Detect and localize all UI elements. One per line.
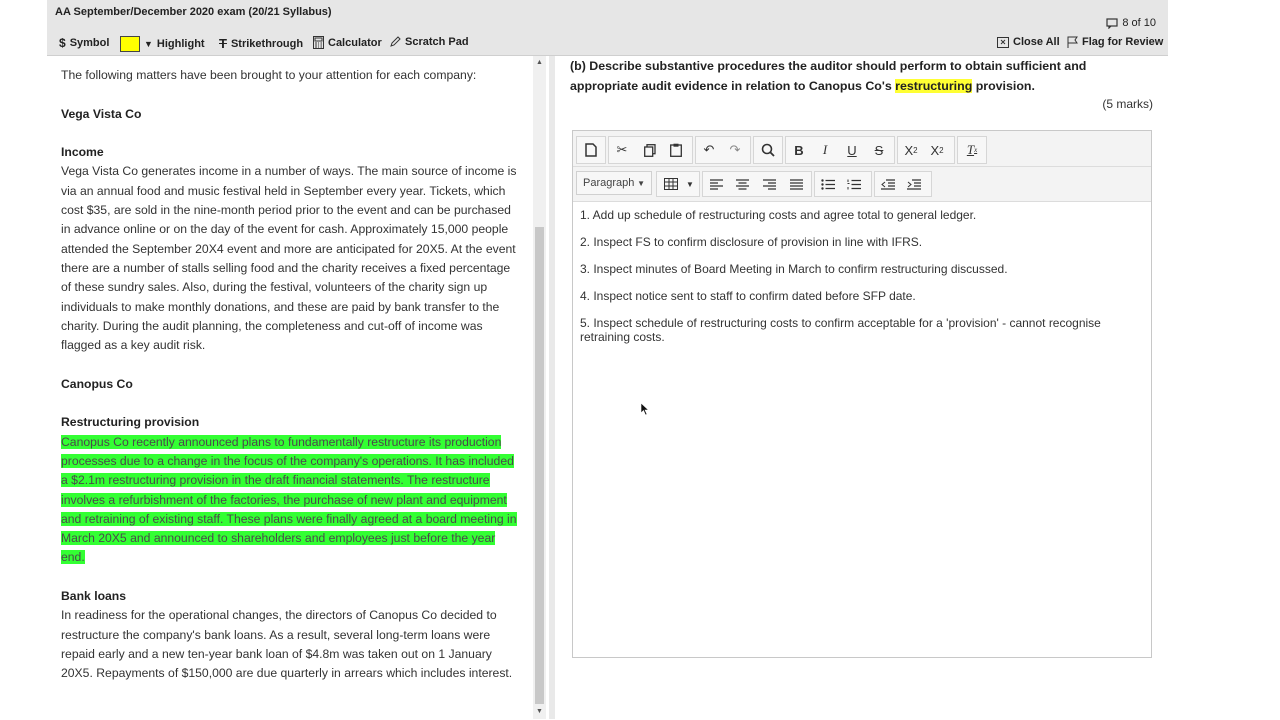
table-button[interactable]: ▼ (656, 171, 700, 197)
answer-line[interactable]: 3. Inspect minutes of Board Meeting in M… (580, 262, 1146, 276)
bullet-list-icon[interactable] (817, 172, 839, 196)
paragraph-format-select[interactable]: Paragraph ▼ (576, 171, 652, 195)
strikethrough-label: Strikethrough (230, 37, 304, 50)
answer-line[interactable]: 2. Inspect FS to confirm disclosure of p… (580, 235, 1146, 249)
editor-group-script: X2 X2 (897, 136, 955, 164)
calculator-label: Calculator (328, 36, 382, 49)
pencil-icon (390, 36, 401, 47)
close-window-icon (997, 36, 1009, 48)
income-paragraph: Vega Vista Co generates income in a numb… (61, 164, 517, 353)
question-counter-label: 8 of 10 (1122, 17, 1156, 29)
clear-formatting-icon[interactable]: Tx (961, 138, 983, 162)
scratch-pad-label: Scratch Pad (405, 36, 469, 48)
editor-group-new (576, 136, 606, 164)
numbered-list-icon[interactable] (843, 172, 865, 196)
flag-for-review-button[interactable]: Flag for Review (1067, 36, 1163, 48)
question-pane: (b) Describe substantive procedures the … (557, 56, 1168, 719)
align-center-icon[interactable] (731, 172, 753, 196)
company-heading-canopus: Canopus Co (61, 376, 133, 391)
outdent-icon[interactable] (877, 172, 899, 196)
align-right-icon[interactable] (758, 172, 780, 196)
flag-for-review-label: Flag for Review (1082, 36, 1164, 48)
new-document-icon[interactable] (580, 138, 602, 162)
strikethrough-icon[interactable]: S (868, 138, 890, 162)
highlight-button[interactable]: ▼ Highlight (120, 36, 205, 52)
close-all-button[interactable]: Close All (997, 36, 1060, 48)
bank-loans-paragraph: In readiness for the operational changes… (61, 608, 513, 681)
scroll-down-arrow-icon[interactable]: ▼ (533, 705, 546, 719)
paragraph-format-value: Paragraph (583, 177, 635, 189)
comment-icon (1106, 17, 1118, 29)
editor-toolbar-secondary: Paragraph ▼ ▼ (573, 167, 1151, 202)
question-counter[interactable]: 8 of 10 (1106, 17, 1156, 29)
mouse-pointer-icon (640, 402, 650, 416)
scenario-content: The following matters have been brought … (61, 66, 521, 703)
editor-group-search (753, 136, 783, 164)
bold-icon[interactable]: B (788, 138, 810, 162)
close-all-label: Close All (1013, 36, 1060, 48)
top-bar: AA September/December 2020 exam (20/21 S… (47, 0, 1168, 56)
chevron-down-icon[interactable]: ▼ (679, 172, 701, 196)
scenario-scrollbar[interactable]: ▲ ▼ (533, 56, 546, 719)
scenario-intro: The following matters have been brought … (61, 68, 477, 82)
marks-label: (5 marks) (1102, 97, 1153, 111)
italic-icon[interactable]: I (814, 138, 836, 162)
answer-line[interactable]: 1. Add up schedule of restructuring cost… (580, 208, 1146, 222)
calculator-icon (313, 36, 324, 49)
highlight-color-swatch[interactable] (120, 36, 140, 52)
exam-title: AA September/December 2020 exam (20/21 S… (55, 6, 332, 18)
cut-icon[interactable]: ✂ (611, 138, 633, 162)
answer-editor[interactable]: ✂ ↶ ↷ B I U S X2 X 2 T x Paragraph ▼ ▼ 1… (572, 130, 1152, 658)
scroll-up-arrow-icon[interactable]: ▲ (533, 56, 546, 70)
section-heading-bank-loans: Bank loans (61, 589, 127, 604)
flag-icon (1067, 36, 1078, 48)
section-heading-restructuring: Restructuring provision (61, 415, 200, 430)
underline-icon[interactable]: U (841, 138, 863, 162)
symbol-label: Symbol (69, 37, 110, 49)
editor-content[interactable]: 1. Add up schedule of restructuring cost… (580, 208, 1146, 357)
answer-line[interactable]: 5. Inspect schedule of restructuring cos… (580, 316, 1146, 344)
chevron-down-icon: ▼ (637, 178, 645, 188)
paste-icon[interactable] (665, 138, 687, 162)
editor-group-align (702, 171, 812, 197)
search-icon[interactable] (757, 138, 779, 162)
restructuring-paragraph-highlighted: Canopus Co recently announced plans to f… (61, 434, 517, 565)
answer-line[interactable]: 4. Inspect notice sent to staff to confi… (580, 289, 1146, 303)
editor-group-formatting: B I U S (785, 136, 895, 164)
editor-group-clear: Tx (957, 136, 987, 164)
question-highlighted-word: restructuring (895, 78, 973, 93)
section-heading-income: Income (61, 145, 104, 160)
highlight-label: Highlight (156, 38, 205, 50)
undo-icon[interactable]: ↶ (698, 138, 720, 162)
scenario-pane[interactable]: The following matters have been brought … (47, 56, 533, 719)
editor-group-indent (874, 171, 932, 197)
strikethrough-button[interactable]: T Strikethrough (219, 36, 303, 51)
editor-group-history: ↶ ↷ (695, 136, 751, 164)
strikethrough-icon: T (219, 36, 227, 51)
align-justify-icon[interactable] (785, 172, 807, 196)
question-text-part2: provision. (972, 78, 1035, 93)
editor-toolbar-primary: ✂ ↶ ↷ B I U S X2 X 2 T x (573, 131, 1151, 167)
editor-group-lists (814, 171, 872, 197)
scratch-pad-button[interactable]: Scratch Pad (389, 36, 469, 48)
redo-icon[interactable]: ↷ (724, 138, 746, 162)
dollar-icon: $ (59, 36, 66, 50)
indent-icon[interactable] (903, 172, 925, 196)
exam-window: AA September/December 2020 exam (20/21 S… (47, 0, 1168, 720)
align-left-icon[interactable] (705, 172, 727, 196)
question-text: (b) Describe substantive procedures the … (570, 57, 1130, 96)
editor-group-clipboard: ✂ (608, 136, 693, 164)
symbol-button[interactable]: $ Symbol (59, 36, 109, 50)
pane-divider[interactable] (549, 56, 555, 719)
copy-icon[interactable] (639, 138, 661, 162)
chevron-down-icon[interactable]: ▼ (144, 39, 153, 49)
scrollbar-thumb[interactable] (535, 227, 544, 704)
company-heading-vega: Vega Vista Co (61, 106, 142, 121)
subscript-icon[interactable]: X2 (900, 138, 922, 162)
superscript-icon[interactable]: X2 (926, 138, 948, 162)
calculator-button[interactable]: Calculator (313, 36, 382, 49)
